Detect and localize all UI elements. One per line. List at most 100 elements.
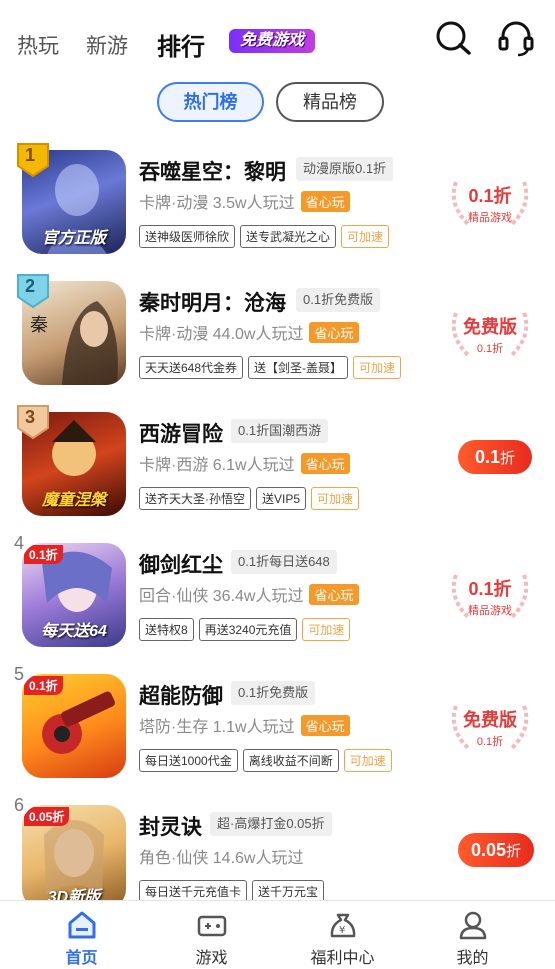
discount-badge[interactable]: 0.1折 精品游戏 bbox=[446, 174, 534, 230]
customer-service-icon[interactable] bbox=[496, 18, 536, 58]
icon-label: 每天送64 bbox=[41, 623, 107, 640]
discount-pill[interactable]: 0.1折 bbox=[458, 440, 532, 474]
ranking-list: 1 官方正版 吞噬星空：黎明 动漫原版0.1折 卡牌·动漫 3.5w人玩过 省心玩… bbox=[0, 132, 555, 900]
list-item[interactable]: 1 官方正版 吞噬星空：黎明 动漫原版0.1折 卡牌·动漫 3.5w人玩过 省心玩… bbox=[0, 132, 555, 263]
gift-chip: 天天送648代金券 bbox=[139, 356, 244, 379]
meta-text: 回合·仙侠 36.4w人玩过 bbox=[139, 588, 304, 605]
list-item[interactable]: 4 0.1折 每天送64 御剑红尘 0.1折每日送648 回合·仙侠 36.4w… bbox=[0, 525, 555, 656]
accelerate-chip: 可加速 bbox=[311, 487, 360, 510]
game-icon: 0.1折 每天送64 bbox=[22, 543, 126, 647]
nav-welfare-label: 福利中心 bbox=[310, 950, 375, 967]
gift-chip: 送齐天大圣·孙悟空 bbox=[139, 487, 251, 510]
pill-value: 0.1 bbox=[474, 447, 500, 467]
save-tag: 省心玩 bbox=[300, 453, 350, 474]
game-title: 封灵诀 bbox=[139, 816, 202, 839]
free-games-tab[interactable]: 免费游戏 bbox=[229, 29, 315, 53]
gift-chip: 再送3240元充值 bbox=[198, 618, 298, 641]
rank-number: 6 bbox=[14, 795, 25, 815]
rank-number: 3 bbox=[25, 407, 36, 427]
game-title: 西游冒险 bbox=[139, 423, 223, 446]
svg-text:秦: 秦 bbox=[30, 315, 48, 336]
game-tag: 0.1折免费版 bbox=[296, 288, 381, 312]
gift-chip: 每日送1000代金 bbox=[139, 749, 238, 772]
accelerate-chip: 可加速 bbox=[343, 749, 392, 772]
discount-corner: 0.05折 bbox=[24, 807, 70, 826]
meta-text: 卡牌·西游 6.1w人玩过 bbox=[139, 457, 295, 474]
gift-chip: 送神级医师徐欣 bbox=[139, 225, 236, 248]
pill-value: 0.05 bbox=[470, 840, 507, 860]
user-icon bbox=[459, 911, 487, 940]
game-tag: 0.1折国潮西游 bbox=[231, 419, 329, 443]
game-title: 秦时明月：沧海 bbox=[139, 292, 286, 315]
gift-chip: 送【剑圣-盖聂】 bbox=[248, 356, 349, 379]
list-item[interactable]: 5 0.1折 超能防御 0.1折免费版 塔防·生存 1.1w人玩过 省心玩 每日送… bbox=[0, 656, 555, 787]
tab-hot[interactable]: 热玩 bbox=[17, 30, 59, 60]
chip-row: 送神级医师徐欣 送专武凝光之心 可加速 bbox=[139, 225, 394, 248]
svg-text:¥: ¥ bbox=[339, 925, 345, 936]
icon-label: 魔童涅槃 bbox=[41, 492, 106, 509]
game-meta: 卡牌·动漫 44.0w人玩过 省心玩 bbox=[139, 320, 359, 344]
game-tag: 0.1折每日送648 bbox=[231, 550, 337, 574]
meta-text: 卡牌·动漫 44.0w人玩过 bbox=[139, 326, 304, 343]
list-item[interactable]: 6 0.05折 3D新版 封灵诀 超·高爆打金0.05折 角色·仙侠 14.6w… bbox=[0, 787, 555, 900]
search-icon[interactable] bbox=[432, 18, 472, 58]
accelerate-chip: 可加速 bbox=[353, 356, 402, 379]
pill-unit: 折 bbox=[500, 450, 516, 467]
game-tag: 超·高爆打金0.05折 bbox=[210, 812, 332, 836]
accelerate-chip: 可加速 bbox=[341, 225, 390, 248]
nav-home[interactable]: 首页 bbox=[12, 901, 151, 969]
nav-profile-label: 我的 bbox=[456, 950, 489, 967]
list-item[interactable]: 3 魔童涅槃 西游冒险 0.1折国潮西游 卡牌·西游 6.1w人玩过 省心玩 送齐… bbox=[0, 394, 555, 525]
game-title: 吞噬星空：黎明 bbox=[139, 161, 286, 184]
chip-row: 送特权8 再送3240元充值 可加速 bbox=[139, 618, 355, 641]
nav-profile[interactable]: 我的 bbox=[403, 901, 542, 969]
pill-unit: 折 bbox=[506, 843, 522, 860]
discount-corner: 0.1折 bbox=[24, 545, 63, 564]
chip-row: 每日送1000代金 离线收益不间断 可加速 bbox=[139, 749, 397, 772]
segment-hot-list[interactable]: 热门榜 bbox=[157, 82, 264, 122]
list-item[interactable]: 2 秦 秦时明月：沧海 0.1折免费版 卡牌·动漫 44.0w人玩过 省心玩 天天… bbox=[0, 263, 555, 394]
game-icon: 0.1折 bbox=[22, 674, 126, 778]
discount-badge[interactable]: 免费版 0.1折 bbox=[446, 698, 534, 754]
accelerate-chip: 可加速 bbox=[302, 618, 351, 641]
game-meta: 卡牌·西游 6.1w人玩过 省心玩 bbox=[139, 451, 350, 475]
gift-chip: 离线收益不间断 bbox=[242, 749, 339, 772]
discount-badge[interactable]: 0.1折 精品游戏 bbox=[446, 567, 534, 623]
rank-number: 2 bbox=[25, 276, 36, 296]
nav-home-label: 首页 bbox=[65, 950, 98, 967]
discount-badge[interactable]: 免费版 0.1折 bbox=[446, 305, 534, 361]
laurel-wreath-icon bbox=[451, 312, 529, 357]
tab-new[interactable]: 新游 bbox=[86, 30, 128, 60]
chip-row: 每日送千元充值卡 送千万元宝 bbox=[139, 880, 329, 900]
chip-row: 送齐天大圣·孙悟空 送VIP5 可加速 bbox=[139, 487, 364, 510]
laurel-wreath-icon bbox=[451, 574, 529, 619]
nav-games-label: 游戏 bbox=[195, 950, 228, 967]
nav-welfare[interactable]: ¥ 福利中心 bbox=[273, 901, 412, 969]
game-meta: 角色·仙侠 14.6w人玩过 bbox=[139, 844, 303, 868]
discount-pill[interactable]: 0.05折 bbox=[458, 833, 534, 867]
icon-label: 3D新版 bbox=[47, 889, 101, 900]
home-icon bbox=[68, 911, 96, 939]
laurel-wreath-icon bbox=[451, 705, 529, 750]
chip-row: 天天送648代金券 送【剑圣-盖聂】 可加速 bbox=[139, 356, 406, 379]
game-meta: 塔防·生存 1.1w人玩过 省心玩 bbox=[139, 713, 350, 737]
game-icon: 0.05折 3D新版 bbox=[22, 805, 126, 900]
meta-text: 塔防·生存 1.1w人玩过 bbox=[139, 719, 295, 736]
nav-games[interactable]: 游戏 bbox=[142, 901, 281, 969]
game-meta: 卡牌·动漫 3.5w人玩过 省心玩 bbox=[139, 189, 350, 213]
game-meta: 回合·仙侠 36.4w人玩过 省心玩 bbox=[139, 582, 359, 606]
game-title: 超能防御 bbox=[139, 685, 223, 708]
gamepad-icon bbox=[197, 915, 227, 937]
save-tag: 省心玩 bbox=[309, 584, 359, 605]
discount-corner: 0.1折 bbox=[24, 676, 63, 695]
money-bag-icon: ¥ bbox=[330, 913, 356, 938]
game-title: 御剑红尘 bbox=[139, 554, 223, 577]
game-tag: 0.1折免费版 bbox=[231, 681, 316, 705]
rank-number: 5 bbox=[14, 664, 25, 684]
segment-premium-list[interactable]: 精品榜 bbox=[276, 82, 384, 122]
tab-ranking[interactable]: 排行 bbox=[157, 27, 205, 62]
save-tag: 省心玩 bbox=[300, 715, 350, 736]
meta-text: 角色·仙侠 14.6w人玩过 bbox=[139, 850, 304, 867]
meta-text: 卡牌·动漫 3.5w人玩过 bbox=[139, 195, 295, 212]
laurel-wreath-icon bbox=[451, 181, 529, 226]
